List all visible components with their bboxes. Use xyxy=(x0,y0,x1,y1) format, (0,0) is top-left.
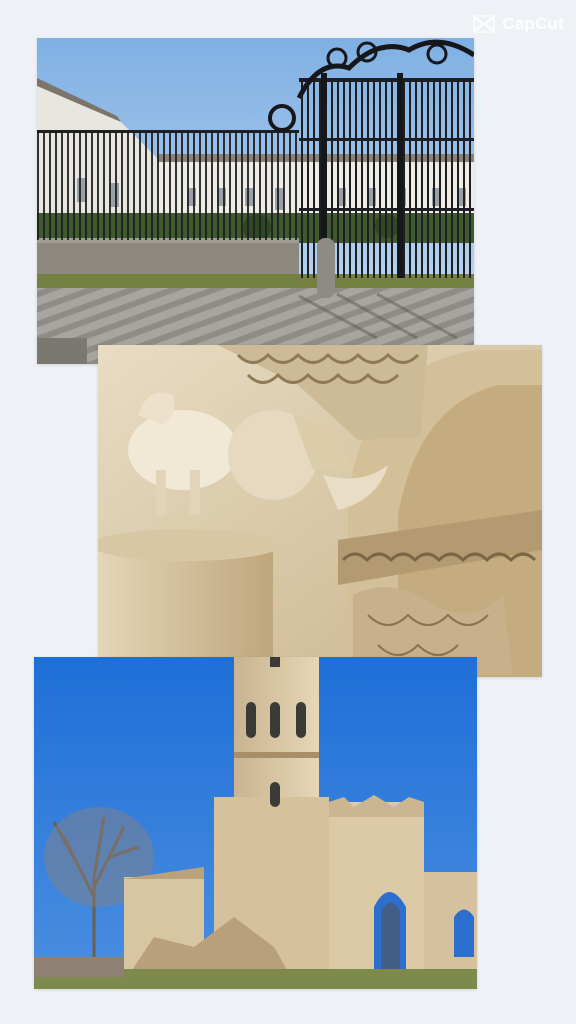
photo-abbey-ruins xyxy=(34,657,477,989)
abbey-scene xyxy=(34,657,477,989)
watermark-text: CapCut xyxy=(502,14,564,33)
photo-iron-gate xyxy=(37,38,474,364)
capital-scene xyxy=(98,345,542,677)
capcut-watermark: CapCut xyxy=(472,14,564,34)
photo-carved-capital xyxy=(98,345,542,677)
capcut-logo-icon xyxy=(473,15,496,33)
gate-scene xyxy=(37,38,474,364)
